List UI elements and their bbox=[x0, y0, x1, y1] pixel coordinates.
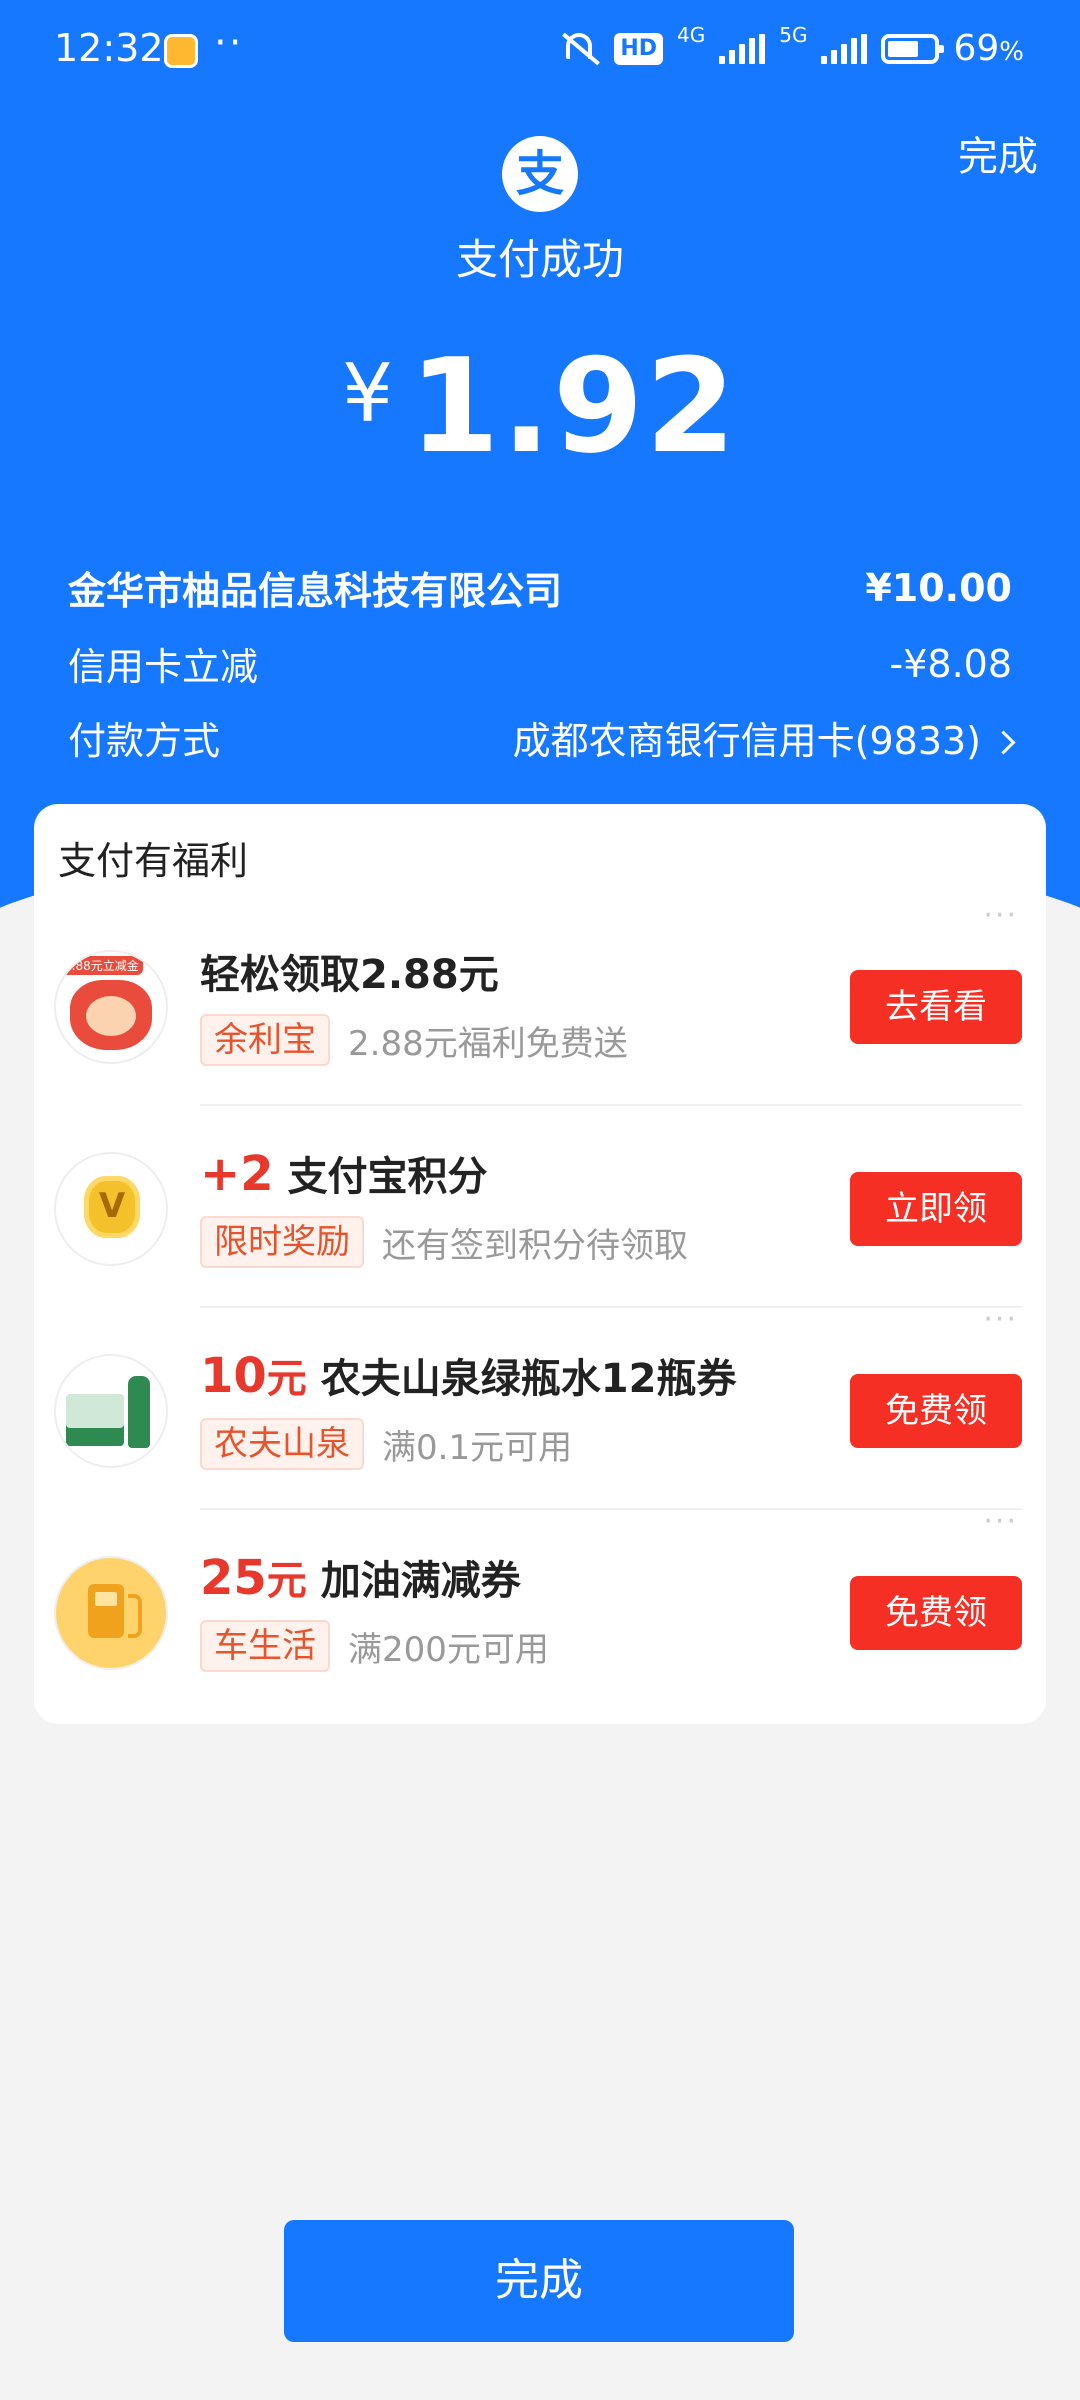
more-options-icon[interactable]: ··· bbox=[983, 1504, 1018, 1539]
benefit-title: 25元 加油满减券 bbox=[200, 1550, 521, 1606]
more-options-icon[interactable]: ··· bbox=[983, 1302, 1018, 1337]
benefit-title: +2 支付宝积分 bbox=[200, 1146, 488, 1202]
hd-icon: HD bbox=[614, 32, 663, 65]
benefit-item[interactable]: V +2 支付宝积分 限时奖励 还有签到积分待领取 立即领 bbox=[34, 1106, 1046, 1308]
discount-value: -¥8.08 bbox=[889, 641, 1013, 686]
benefit-subline: 农夫山泉 满0.1元可用 bbox=[200, 1418, 572, 1470]
more-options-icon[interactable]: ··· bbox=[983, 898, 1018, 933]
benefits-card: 支付有福利 ··· 2.88元立减金 轻松领取2.88元 余利宝 2.88元福利… bbox=[34, 804, 1046, 1724]
benefit-subline: 车生活 满200元可用 bbox=[200, 1620, 549, 1672]
benefit-title: 10元 农夫山泉绿瓶水12瓶券 bbox=[200, 1348, 737, 1404]
payment-method-label: 付款方式 bbox=[68, 719, 221, 763]
alipay-logo-icon: 支 bbox=[502, 136, 578, 212]
points-medal-icon: V bbox=[56, 1154, 166, 1264]
network-5g-label: 5G bbox=[779, 22, 808, 47]
status-bar: 12:32 ·· HD 4G 5G 69% bbox=[0, 0, 1080, 96]
payment-method-row[interactable]: 付款方式 成都农商银行信用卡(9833) bbox=[68, 710, 1016, 765]
claim-free-button[interactable]: 免费领 bbox=[850, 1374, 1022, 1448]
network-4g-label: 4G bbox=[677, 22, 706, 47]
payment-method-value: 成都农商银行信用卡(9833) bbox=[512, 719, 981, 763]
amount-value: 1.92 bbox=[409, 330, 738, 482]
currency-symbol: ¥ bbox=[342, 347, 394, 440]
payment-method-value-wrap[interactable]: 成都农商银行信用卡(9833) bbox=[512, 710, 1016, 765]
benefit-tag: 限时奖励 bbox=[200, 1216, 364, 1268]
payment-amount: ¥1.92 bbox=[0, 330, 1080, 482]
notification-dots: ·· bbox=[214, 20, 244, 66]
benefit-tag: 余利宝 bbox=[200, 1014, 330, 1066]
battery-icon bbox=[881, 33, 945, 64]
benefit-tag: 农夫山泉 bbox=[200, 1418, 364, 1470]
merchant-name: 金华市柚品信息科技有限公司 bbox=[68, 569, 563, 613]
merchant-row: 金华市柚品信息科技有限公司 ¥10.00 bbox=[68, 560, 1012, 615]
status-time: 12:32 bbox=[54, 26, 164, 70]
merchant-amount: ¥10.00 bbox=[865, 565, 1012, 610]
water-bottles-icon bbox=[56, 1356, 166, 1466]
benefit-subline: 余利宝 2.88元福利免费送 bbox=[200, 1014, 628, 1066]
battery-percent: 69% bbox=[953, 28, 1024, 69]
discount-row: 信用卡立减 -¥8.08 bbox=[68, 636, 1012, 691]
discount-label: 信用卡立减 bbox=[68, 645, 259, 689]
mute-bell-icon bbox=[558, 29, 600, 69]
claim-now-button[interactable]: 立即领 bbox=[850, 1172, 1022, 1246]
status-right: HD 4G 5G 69% bbox=[558, 23, 1024, 69]
benefit-desc: 满200元可用 bbox=[348, 1629, 549, 1670]
fuel-pump-icon bbox=[56, 1558, 166, 1668]
signal-icon bbox=[821, 33, 868, 64]
benefit-subline: 限时奖励 还有签到积分待领取 bbox=[200, 1216, 688, 1268]
benefits-title: 支付有福利 bbox=[58, 839, 249, 883]
benefit-desc: 还有签到积分待领取 bbox=[382, 1225, 688, 1266]
claim-free-button[interactable]: 免费领 bbox=[850, 1576, 1022, 1650]
done-button[interactable]: 完成 bbox=[284, 2220, 794, 2342]
benefit-desc: 2.88元福利免费送 bbox=[348, 1023, 628, 1064]
benefit-item[interactable]: ··· 25元 加油满减券 车生活 满200元可用 免费领 bbox=[34, 1504, 1046, 1712]
signal-icon bbox=[719, 33, 766, 64]
done-top-button[interactable]: 完成 bbox=[958, 124, 1038, 182]
payment-success-title: 支付成功 bbox=[455, 235, 624, 284]
go-see-button[interactable]: 去看看 bbox=[850, 970, 1022, 1044]
notification-app-icon bbox=[164, 34, 198, 68]
money-pouch-icon: 2.88元立减金 bbox=[56, 952, 166, 1062]
benefit-title: 轻松领取2.88元 bbox=[200, 952, 499, 998]
benefit-tag: 车生活 bbox=[200, 1620, 330, 1672]
benefit-item[interactable]: ··· 10元 农夫山泉绿瓶水12瓶券 农夫山泉 满0.1元可用 免费领 bbox=[34, 1302, 1046, 1510]
benefit-desc: 满0.1元可用 bbox=[382, 1427, 573, 1468]
chevron-right-icon bbox=[991, 730, 1016, 755]
benefit-item[interactable]: ··· 2.88元立减金 轻松领取2.88元 余利宝 2.88元福利免费送 去看… bbox=[34, 898, 1046, 1106]
